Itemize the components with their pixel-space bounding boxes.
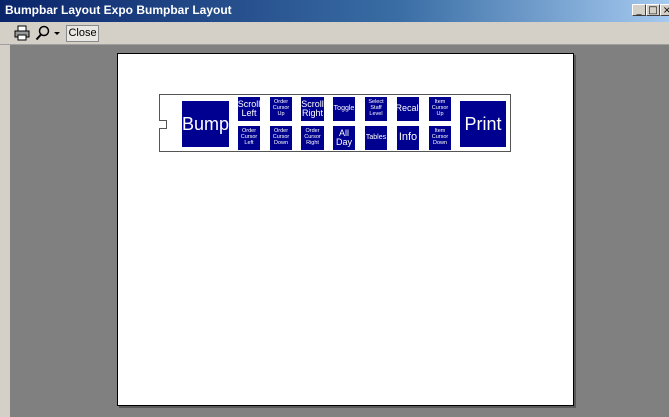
key-order-cursor-down: Order Cursor Down (270, 126, 292, 150)
key-order-cursor-up: Order Cursor Up (270, 97, 292, 121)
printer-icon[interactable] (14, 25, 30, 41)
key-tables: Tables (365, 126, 387, 150)
title-bar[interactable]: Bumpbar Layout Expo Bumpbar Layout _ □ × (0, 0, 669, 22)
minimize-button[interactable]: _ (632, 4, 646, 16)
bumpbar-notch (159, 120, 167, 129)
maximize-button[interactable]: □ (646, 4, 660, 16)
key-item-cursor-down: Item Cursor Down (429, 126, 451, 150)
key-select-staff-level: Select Staff Level (365, 97, 387, 121)
key-toggle: Toggle (333, 97, 355, 121)
key-item-cursor-up: Item Cursor Up (429, 97, 451, 121)
key-print: Print (460, 101, 506, 147)
close-button[interactable]: Close (66, 25, 99, 42)
key-all-day: All Day (333, 126, 355, 150)
key-order-cursor-left: Order Cursor Left (238, 126, 260, 150)
close-window-button[interactable]: × (660, 4, 669, 16)
toolbar: Close (0, 22, 669, 45)
report-preview-window: Bumpbar Layout Expo Bumpbar Layout _ □ ×… (0, 0, 669, 417)
chevron-down-icon[interactable] (53, 25, 61, 41)
window-title: Bumpbar Layout Expo Bumpbar Layout (5, 3, 232, 17)
key-bump: Bump (182, 101, 229, 147)
key-info: Info (397, 126, 419, 150)
key-order-cursor-right: Order Cursor Right (301, 126, 324, 150)
key-recall: Recall (396, 97, 421, 121)
key-scroll-right: Scroll Right (301, 97, 324, 121)
key-scroll-left: Scroll Left (238, 97, 260, 121)
magnifier-icon[interactable] (35, 25, 51, 41)
